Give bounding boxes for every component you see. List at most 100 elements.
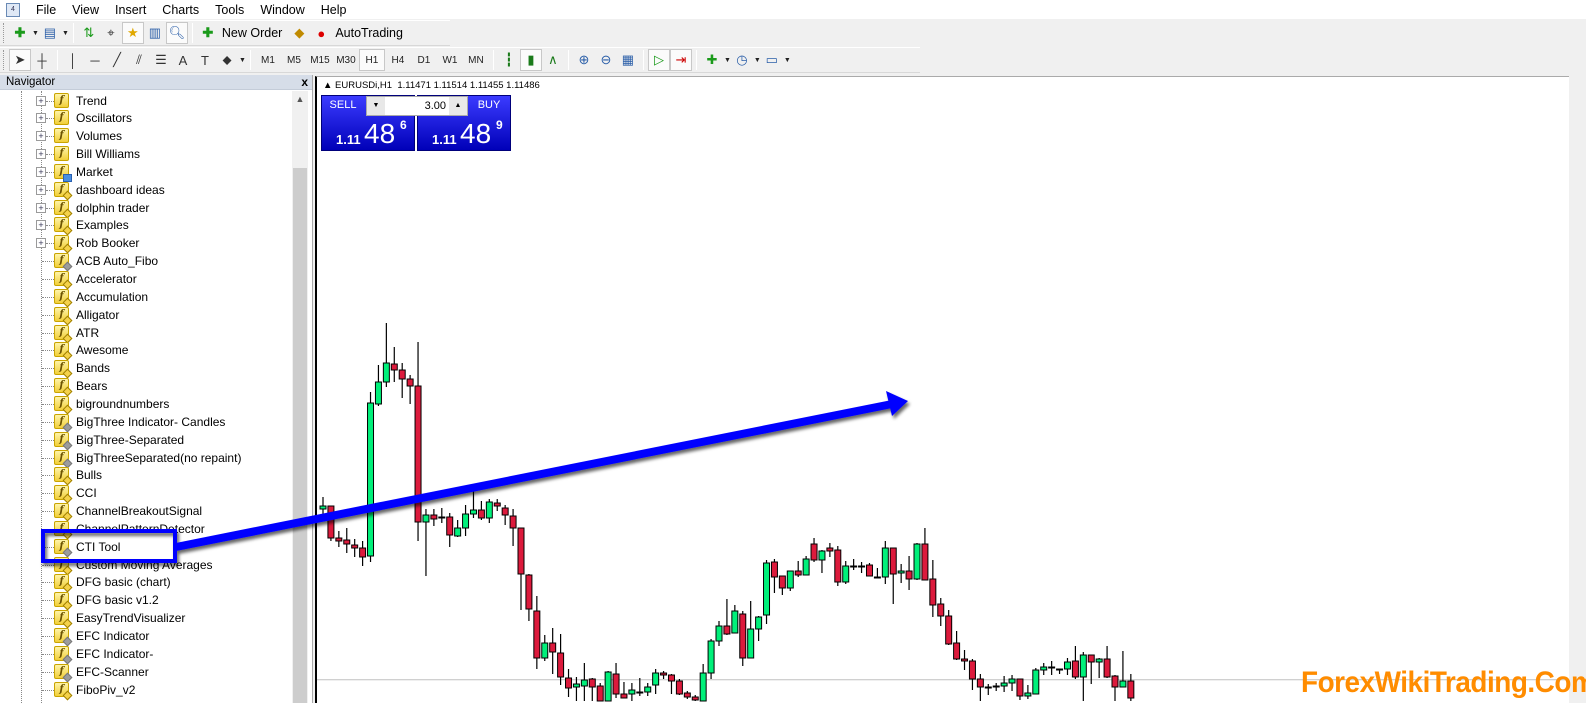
close-navigator-button[interactable]: x [301, 75, 308, 89]
expand-icon[interactable]: + [36, 95, 46, 106]
terminal-button[interactable]: ▥ [144, 22, 166, 44]
timeframe-d1[interactable]: D1 [411, 49, 437, 71]
scroll-up-icon[interactable]: ▲ [292, 91, 308, 108]
bar-chart-button[interactable]: ┇ [498, 49, 520, 71]
profiles-button[interactable]: ▤ [39, 22, 61, 44]
navigator-folder[interactable]: + f dolphin trader [0, 199, 292, 219]
timeframe-h1[interactable]: H1 [358, 49, 385, 71]
timeframe-m15[interactable]: M15 [307, 49, 333, 71]
navigator-folder[interactable]: + f Market [0, 163, 292, 182]
chevron-down-icon[interactable]: ▼ [754, 57, 761, 64]
navigator-item[interactable]: f DFG basic v1.2 [0, 591, 292, 611]
text-button[interactable]: A [172, 49, 194, 71]
menu-tools[interactable]: Tools [207, 3, 252, 17]
menu-help[interactable]: Help [313, 3, 355, 17]
navigator-item[interactable]: f BigThree Indicator- Candles [0, 413, 292, 433]
chevron-down-icon[interactable]: ▼ [239, 57, 246, 64]
data-window-button[interactable]: ⌖ [100, 22, 122, 44]
chevron-down-icon[interactable]: ▼ [724, 57, 731, 64]
zoom-in-button[interactable]: ⊕ [573, 49, 595, 71]
navigator-item[interactable]: f bigroundnumbers [0, 395, 292, 415]
navigator-item[interactable]: f FiboPiv_v2 [0, 681, 292, 700]
timeframe-m30[interactable]: M30 [333, 49, 359, 71]
navigator-item[interactable]: f BigThreeSeparated(no repaint) [0, 449, 292, 468]
expand-icon[interactable]: + [36, 238, 46, 249]
navigator-item[interactable]: f BigThree-Separated [0, 431, 292, 451]
chevron-down-icon[interactable]: ▼ [62, 30, 69, 37]
navigator-item[interactable]: f ChannelPatternDetector [0, 520, 292, 540]
timeframe-w1[interactable]: W1 [437, 49, 463, 71]
timeframe-mn[interactable]: MN [463, 49, 489, 71]
tile-windows-button[interactable]: ▦ [617, 49, 639, 71]
navigator-item[interactable]: f DFG basic (chart) [0, 573, 292, 593]
navigator-item[interactable]: f Bands [0, 359, 292, 379]
timeframe-h4[interactable]: H4 [385, 49, 411, 71]
navigator-item[interactable]: f EFC Indicator- [0, 645, 292, 665]
expand-icon[interactable]: + [36, 131, 46, 142]
navigator-item[interactable]: f EFC-Scanner [0, 663, 292, 683]
equidistant-channel-button[interactable]: ⫽ [128, 49, 150, 71]
metaeditor-button[interactable]: ◆ [288, 22, 310, 44]
periods-button[interactable]: ◷ [731, 49, 753, 71]
line-chart-button[interactable]: ∧ [542, 49, 564, 71]
navigator-item[interactable]: f Accumulation [0, 288, 292, 308]
navigator-item[interactable]: f Alligator [0, 306, 292, 326]
text-label-button[interactable]: T [194, 49, 216, 71]
navigator-folder[interactable]: + f Bill Williams [0, 145, 292, 163]
chart-shift-button[interactable]: ⇥ [669, 49, 692, 71]
templates-button[interactable]: ▭ [761, 49, 783, 71]
expand-icon[interactable]: + [36, 113, 46, 124]
fibonacci-button[interactable]: ☰ [150, 49, 172, 71]
market-watch-button[interactable]: ⇅ [78, 22, 100, 44]
trendline-button[interactable]: ╱ [106, 49, 128, 71]
navigator-folder[interactable]: + f Rob Booker [0, 234, 292, 254]
chevron-down-icon[interactable]: ▼ [32, 30, 39, 37]
navigator-button[interactable]: ★ [121, 22, 144, 44]
crosshair-button[interactable]: ┼ [31, 49, 53, 71]
timeframe-m1[interactable]: M1 [255, 49, 281, 71]
menu-insert[interactable]: Insert [107, 3, 154, 17]
chart-window[interactable]: ▲ EURUSDi,H1 1.11471 1.11514 1.11455 1.1… [315, 76, 1569, 703]
navigator-folder[interactable]: + f Volumes [0, 127, 292, 145]
navigator-folder[interactable]: + f Trend [0, 92, 292, 110]
navigator-scrollbar[interactable]: ▲ [292, 91, 308, 703]
navigator-folder[interactable]: + f Examples [0, 216, 292, 236]
candlestick-button[interactable]: ▮ [519, 49, 542, 71]
strategy-tester-button[interactable]: 🔍︎ [165, 22, 188, 44]
expand-icon[interactable]: + [36, 184, 46, 195]
new-chart-button[interactable]: ✚ [9, 22, 31, 44]
arrows-button[interactable]: ⬥ [216, 49, 238, 71]
navigator-item[interactable]: f Bulls [0, 466, 292, 486]
chevron-down-icon[interactable]: ▼ [784, 57, 791, 64]
navigator-item[interactable]: f Custom Moving Averages [0, 556, 292, 576]
horizontal-line-button[interactable]: ─ [84, 49, 106, 71]
navigator-item[interactable]: f CCI [0, 484, 292, 504]
menu-view[interactable]: View [64, 3, 107, 17]
navigator-item[interactable]: f ChannelBreakoutSignal [0, 502, 292, 522]
expand-icon[interactable]: + [36, 149, 46, 160]
scrollbar-thumb[interactable] [293, 168, 307, 703]
timeframe-m5[interactable]: M5 [281, 49, 307, 71]
expand-icon[interactable]: + [36, 166, 46, 177]
zoom-out-button[interactable]: ⊖ [595, 49, 617, 71]
cursor-button[interactable]: ➤ [9, 49, 31, 71]
menu-charts[interactable]: Charts [154, 3, 207, 17]
toolbar-grip[interactable] [3, 50, 6, 70]
navigator-item[interactable]: f ATR [0, 324, 292, 343]
menu-file[interactable]: File [28, 3, 64, 17]
navigator-folder[interactable]: + f dashboard ideas [0, 181, 292, 201]
autotrading-button[interactable]: AutoTrading [335, 26, 403, 40]
expand-icon[interactable]: + [36, 202, 46, 213]
navigator-item[interactable]: f CTI Tool [0, 538, 292, 558]
navigator-item[interactable]: f EFC Indicator [0, 627, 292, 647]
navigator-folder[interactable]: + f Oscillators [0, 109, 292, 127]
navigator-item[interactable]: f Bears [0, 377, 292, 397]
indicators-button[interactable]: ✚ [701, 49, 723, 71]
menu-window[interactable]: Window [252, 3, 312, 17]
app-icon[interactable]: 4 [6, 2, 20, 17]
new-order-button[interactable]: New Order [222, 26, 282, 40]
navigator-item[interactable]: f Awesome [0, 341, 292, 361]
toolbar-grip[interactable] [3, 23, 6, 43]
vertical-line-button[interactable]: │ [62, 49, 84, 71]
navigator-item[interactable]: f ACB Auto_Fibo [0, 252, 292, 272]
